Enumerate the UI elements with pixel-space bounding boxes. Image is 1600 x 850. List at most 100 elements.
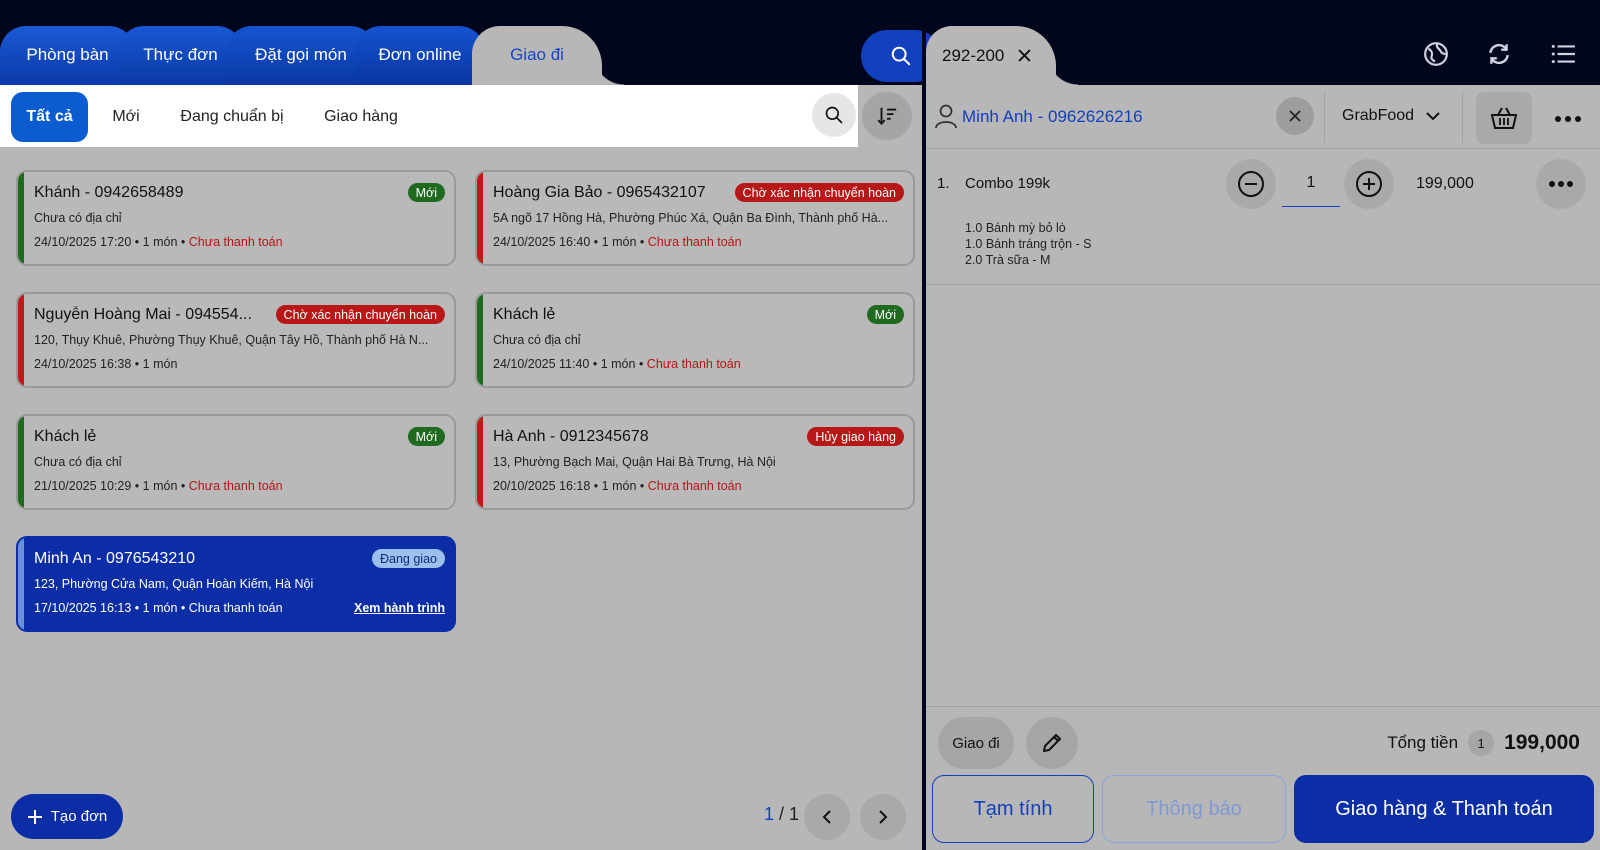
filter-search-button[interactable] <box>812 93 856 137</box>
create-order-button[interactable]: Tạo đơn <box>11 794 123 839</box>
notify-button[interactable]: Thông báo <box>1102 775 1286 843</box>
channel-label: GrabFood <box>1342 107 1415 124</box>
order-items: 1 món <box>142 235 178 249</box>
cart-subitems: 1.0 Bánh mỳ bỏ lò 1.0 Bánh tráng trộn - … <box>965 220 1091 268</box>
order-address: Chưa có địa chỉ <box>493 333 581 347</box>
status-badge: Đang giao <box>372 549 445 568</box>
divider <box>1462 91 1463 143</box>
order-address: Chưa có địa chỉ <box>34 455 122 469</box>
order-time: 20/10/2025 16:18 <box>493 479 591 493</box>
orders-area: Tất cả Mới Đang chuẩn bị Giao hàng Khánh… <box>0 85 922 850</box>
more-icon <box>1549 181 1573 187</box>
globe-icon <box>1424 42 1448 66</box>
filter-all[interactable]: Tất cả <box>11 92 88 142</box>
order-card-selected[interactable]: Minh An - 0976543210 Đang giao 123, Phườ… <box>16 536 456 632</box>
increase-qty-button[interactable] <box>1344 159 1394 209</box>
tab-thuc-don[interactable]: Thực đơn <box>118 26 243 85</box>
customer-name[interactable]: Minh Anh - 0962626216 <box>962 107 1143 127</box>
edit-note-button[interactable] <box>1026 717 1078 769</box>
filter-new[interactable]: Mới <box>98 92 154 142</box>
order-items: 1 món <box>600 357 636 371</box>
tab-giao-di[interactable]: Giao đi <box>472 26 624 85</box>
tab-phong-ban[interactable]: Phòng bàn <box>0 26 135 85</box>
quantity-input[interactable]: 1 <box>1282 163 1340 207</box>
tab-label: Thực đơn <box>143 44 218 64</box>
payment-status: Chưa thanh toán <box>647 235 742 249</box>
tab-don-online[interactable]: Đơn online <box>355 26 485 85</box>
subitem: 2.0 Trà sữa - M <box>965 253 1051 267</box>
next-page-button[interactable] <box>860 794 906 840</box>
page-separator: / <box>774 804 790 824</box>
order-card[interactable]: Khách lẻ Mới Chưa có địa chỉ 24/10/2025 … <box>475 292 915 388</box>
deliver-and-pay-button[interactable]: Giao hàng & Thanh toán <box>1294 775 1594 843</box>
cart-item-name: Combo 199k <box>965 175 1051 192</box>
sort-button[interactable] <box>862 92 912 140</box>
cart-item-index: 1. <box>937 175 950 192</box>
tab-dat-goi-mon[interactable]: Đặt gọi món <box>226 26 376 85</box>
item-options-button[interactable] <box>1536 159 1586 209</box>
customer-bar: Minh Anh - 0962626216 GrabFood <box>926 85 1600 149</box>
order-card[interactable]: Khánh - 0942658489 Mới Chưa có địa chỉ 2… <box>16 170 456 266</box>
order-card[interactable]: Nguyễn Hoàng Mai - 094554... Chờ xác nhậ… <box>16 292 456 388</box>
order-tab[interactable]: 292-200 <box>926 26 1078 85</box>
plus-icon <box>27 809 42 824</box>
globe-button[interactable] <box>1418 36 1454 72</box>
page-total: 1 <box>789 804 800 824</box>
order-time: 24/10/2025 16:38 <box>34 357 132 371</box>
sort-icon <box>877 107 897 126</box>
clear-customer-button[interactable] <box>1276 97 1314 135</box>
user-icon <box>935 104 957 129</box>
create-order-label: Tạo đơn <box>50 808 108 825</box>
payment-status: Chưa thanh toán <box>646 357 741 371</box>
order-card[interactable]: Hoàng Gia Bảo - 0965432107 Chờ xác nhận … <box>475 170 915 266</box>
close-icon[interactable] <box>1018 49 1031 62</box>
tab-label: Phòng bàn <box>26 44 109 64</box>
divider <box>1324 91 1325 143</box>
search-icon <box>891 46 911 66</box>
total-label: Tổng tiền <box>1387 733 1459 752</box>
channel-select[interactable]: GrabFood <box>1342 107 1440 125</box>
order-meta: 21/10/2025 10:29 • 1 món • Chưa thanh to… <box>34 479 283 493</box>
subtotal-button[interactable]: Tạm tính <box>932 775 1094 843</box>
page-indicator: 1 / 1 <box>764 804 799 825</box>
chevron-left-icon <box>822 810 831 824</box>
delivery-type-chip[interactable]: Giao đi <box>938 717 1014 769</box>
view-route-link[interactable]: Xem hành trình <box>354 601 445 615</box>
filter-delivering[interactable]: Giao hàng <box>312 92 410 142</box>
decrease-qty-button[interactable] <box>1226 159 1276 209</box>
subitem: 1.0 Bánh tráng trộn - S <box>965 237 1092 251</box>
tab-label: Đơn online <box>378 44 462 64</box>
pencil-icon <box>1043 734 1061 752</box>
order-meta: 24/10/2025 16:38 • 1 món <box>34 357 178 371</box>
more-options-button[interactable] <box>1548 99 1588 139</box>
payment-status: Chưa thanh toán <box>188 235 283 249</box>
order-meta: 20/10/2025 16:18 • 1 món • Chưa thanh to… <box>493 479 742 493</box>
more-icon <box>1555 116 1581 122</box>
divider <box>926 706 1600 707</box>
payment-status: Chưa thanh toán <box>188 479 283 493</box>
payment-status: Chưa thanh toán <box>647 479 742 493</box>
order-meta: 17/10/2025 16:13 • 1 món • Chưa thanh to… <box>34 601 283 615</box>
list-menu-button[interactable] <box>1545 36 1581 72</box>
order-meta: 24/10/2025 11:40 • 1 món • Chưa thanh to… <box>493 357 741 371</box>
basket-icon <box>1491 107 1517 129</box>
basket-button[interactable] <box>1476 92 1532 144</box>
subitem: 1.0 Bánh mỳ bỏ lò <box>965 221 1066 235</box>
order-customer: Khách lẻ <box>493 306 556 323</box>
order-address: Chưa có địa chỉ <box>34 211 122 225</box>
order-card[interactable]: Hà Anh - 0912345678 Hủy giao hàng 13, Ph… <box>475 414 915 510</box>
plus-circle-icon <box>1356 171 1382 197</box>
status-badge: Chờ xác nhận chuyển hoàn <box>734 183 904 202</box>
prev-page-button[interactable] <box>804 794 850 840</box>
status-badge: Mới <box>866 305 904 324</box>
order-card[interactable]: Khách lẻ Mới Chưa có địa chỉ 21/10/2025 … <box>16 414 456 510</box>
filter-preparing[interactable]: Đang chuẩn bị <box>168 92 296 142</box>
refresh-button[interactable] <box>1481 36 1517 72</box>
payment-status: Chưa thanh toán <box>188 601 283 615</box>
status-badge: Mới <box>407 427 445 446</box>
status-badge: Mới <box>407 183 445 202</box>
order-time: 24/10/2025 17:20 <box>34 235 132 249</box>
order-total: Tổng tiền 1 199,000 <box>1387 730 1580 756</box>
order-items: 1 món <box>142 601 178 615</box>
order-customer: Minh An - 0976543210 <box>34 550 196 567</box>
